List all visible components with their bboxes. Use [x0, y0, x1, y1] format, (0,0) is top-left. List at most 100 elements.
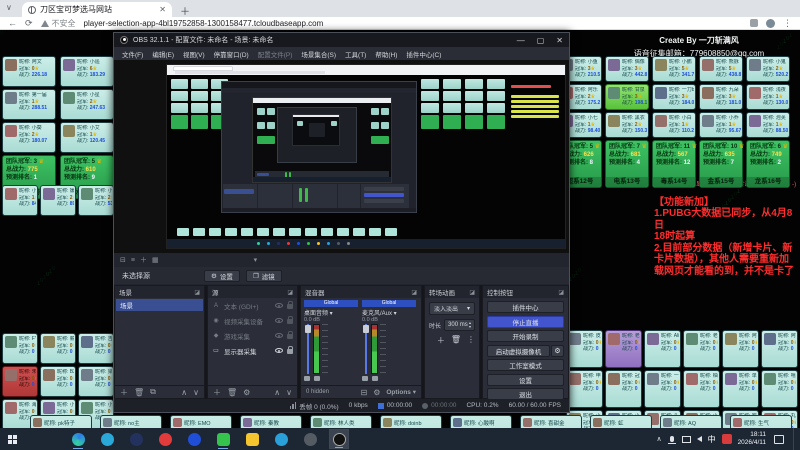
player-card[interactable]: 昵称: 小鬼冠军: 2♛战力: 520.28: [746, 56, 790, 82]
player-card[interactable]: 昵称: 申奥魅力莎冠军: 0♛战力: 0: [566, 370, 603, 408]
mixer-panel-icon[interactable]: ⊟: [360, 388, 367, 397]
stop-streaming-button[interactable]: 停止直播: [487, 315, 564, 328]
source-properties-button[interactable]: ⚙ 设置: [204, 269, 240, 282]
tab-close-icon[interactable]: ✕: [159, 5, 166, 14]
pool-card-top[interactable]: 昵称: 虹: [590, 415, 652, 428]
pool-card-top[interactable]: 昵称: 喜甜金: [520, 415, 582, 428]
lock-icon[interactable]: [287, 301, 293, 309]
player-card[interactable]: 昵称: 老登冠军: 0♛战力: 0: [605, 330, 642, 368]
player-card[interactable]: 昵称: 小丹冠军: 2♛战力: 53.94: [78, 185, 114, 216]
player-card[interactable]: 昵称: 小QQ冠军: 1♛战力: 84.82: [2, 185, 38, 216]
taskbar-app-edge[interactable]: [68, 429, 88, 449]
slider-knob[interactable]: [363, 325, 369, 333]
menu-0[interactable]: 文件(F): [122, 49, 143, 59]
obs-preview-canvas[interactable]: [114, 60, 569, 253]
remove-source-icon[interactable]: 🗑: [227, 388, 237, 397]
menu-8[interactable]: 插件中心(C): [406, 49, 441, 59]
toolbar-icon[interactable]: ＋: [140, 255, 147, 265]
taskbar-app-netease-music[interactable]: [155, 429, 175, 449]
player-card[interactable]: 昵称: 阿姨冠军: 0♛战力: 0: [722, 330, 759, 368]
show-desktop-button[interactable]: [793, 428, 796, 450]
player-card[interactable]: 昵称: 嘻嘻冠军: 0♛战力: 0: [761, 370, 798, 408]
duration-field[interactable]: 300 ms ▴ ▾: [444, 319, 475, 331]
source-list-item[interactable]: ▭ 显示器采集: [208, 343, 297, 358]
pool-card-top[interactable]: 昵称: 生气: [730, 415, 792, 428]
notification-center-icon[interactable]: [774, 434, 784, 444]
menu-2[interactable]: 视图(V): [183, 49, 205, 59]
url-text[interactable]: player-selection-app-4bl19752858-1300158…: [84, 19, 324, 28]
visibility-eye-icon[interactable]: [275, 333, 283, 338]
duplicate-scene-icon[interactable]: ⧉: [150, 387, 156, 397]
player-card[interactable]: 昵称: 冠军公主冠军: 0♛战力: 0: [605, 370, 642, 408]
pool-card-top[interactable]: 昵称: no主: [100, 415, 162, 428]
pool-card-top[interactable]: 昵称: pk特子: [30, 415, 92, 428]
tab-search-chevron-icon[interactable]: ∨: [6, 3, 12, 12]
visibility-eye-icon[interactable]: [275, 318, 283, 323]
add-source-icon[interactable]: ＋: [213, 387, 221, 398]
menu-7[interactable]: 帮助(H): [375, 49, 397, 59]
player-card[interactable]: 昵称: 阿文 冠军: 0♛ 战力: 226.18: [2, 56, 56, 87]
player-card[interactable]: 昵称: 朱雀冠军: 0♛战力: 0: [2, 366, 38, 397]
toolbar-icon[interactable]: ≡: [131, 257, 135, 264]
lock-icon[interactable]: [287, 346, 293, 354]
player-card[interactable]: 昵称: 小星 冠军: 2♛ 战力: 247.63: [60, 89, 114, 120]
taskbar-app-qq-browser[interactable]: [97, 429, 117, 449]
source-filters-button[interactable]: ❐ 滤镜: [245, 269, 282, 282]
player-card[interactable]: 昵称: 甘泉冠军: 3♛战力: 198.14: [605, 84, 649, 110]
player-card[interactable]: 昵称: 小白冠军: 1♛战力: 110.22: [652, 112, 696, 138]
remove-transition-icon[interactable]: 🗑: [451, 335, 461, 346]
menu-1[interactable]: 编辑(E): [152, 49, 174, 59]
source-down-icon[interactable]: ∨: [286, 388, 292, 397]
taskbar-app-qq-music[interactable]: [300, 429, 320, 449]
player-card[interactable]: 昵称: 皮猴冠军: 0♛战力: 0: [566, 330, 603, 368]
volume-slider[interactable]: [362, 324, 369, 374]
pin-icon[interactable]: ◪: [287, 289, 293, 296]
add-scene-icon[interactable]: ＋: [120, 387, 128, 398]
taskbar-app-quark[interactable]: [184, 429, 204, 449]
player-card[interactable]: 昵称: 一刀斩满风冠军: 0♛战力: 0: [644, 370, 681, 408]
player-card[interactable]: 昵称: 小遥 冠军: 6♛ 战力: 183.29: [60, 56, 114, 87]
stepper-icons[interactable]: ▴ ▾: [469, 321, 471, 329]
menu-3[interactable]: 停靠窗口(D): [214, 49, 249, 59]
player-card[interactable]: 昵称: Alisa冠军: 0♛战力: 0: [644, 330, 681, 368]
plugin-center-button[interactable]: 插件中心: [487, 301, 564, 313]
close-icon[interactable]: ✕: [556, 36, 563, 45]
pin-icon[interactable]: ◪: [194, 289, 200, 296]
minimize-icon[interactable]: —: [517, 36, 525, 45]
player-card[interactable]: 昵称: FY冠军: 0♛战力: 0: [2, 333, 38, 364]
player-card[interactable]: 昵称: 小葵 冠军: 2♛ 战力: 180.07: [2, 122, 56, 153]
browser-tab[interactable]: 刀区宝可梦选马网站 ✕: [22, 2, 172, 17]
lock-icon[interactable]: [287, 316, 293, 324]
pin-icon[interactable]: ◪: [558, 289, 564, 296]
remove-scene-icon[interactable]: 🗑: [134, 388, 144, 397]
start-button[interactable]: [0, 428, 24, 450]
slider-knob[interactable]: [305, 325, 311, 333]
team-summary-card[interactable]: 团队冠军: 6 ♛ 总战力: 749 预测排名: 2 龙系16号: [746, 140, 790, 188]
player-card[interactable]: 昵称: 黑衣冠军: 2♛战力: 150.30: [605, 112, 649, 138]
team-summary-card[interactable]: 团队冠军: 7 ♛ 总战力: 681 预测排名: 4 电系13号: [605, 140, 649, 188]
extensions-icon[interactable]: [750, 19, 758, 27]
taskbar-app-app-teal[interactable]: [271, 429, 291, 449]
mixer-gear-icon[interactable]: ⚙: [373, 388, 380, 397]
ime-indicator[interactable]: 中: [708, 434, 716, 445]
pool-card-top[interactable]: 昵称: doinb: [380, 415, 442, 428]
player-card[interactable]: 昵称: 小鹏冠军: 5♛战力: 341.78: [652, 56, 696, 82]
display-icon[interactable]: [681, 435, 691, 443]
tray-app-icon[interactable]: [721, 434, 732, 444]
browser-menu-icon[interactable]: ⋮: [783, 18, 792, 29]
taskbar-app-wechat[interactable]: [213, 429, 233, 449]
scene-list-item[interactable]: 场景: [116, 299, 203, 311]
lock-icon[interactable]: [287, 331, 293, 339]
player-card[interactable]: 昵称: 老11冠军: 0♛战力: 0: [683, 330, 720, 368]
mute-speaker-icon[interactable]: [362, 376, 368, 381]
source-list-item[interactable]: ◉ 视频采集设备: [208, 313, 297, 328]
security-badge[interactable]: 不安全: [40, 18, 76, 29]
mute-speaker-icon[interactable]: [304, 376, 310, 381]
mixer-options-button[interactable]: Options ▾: [386, 388, 416, 396]
player-card[interactable]: 昵称: 浅夜冠军: 1♛战力: 130.09: [746, 84, 790, 110]
visibility-eye-icon[interactable]: [275, 303, 283, 308]
player-card[interactable]: 昵称: B23冠军: 0♛战力: 0: [40, 366, 76, 397]
tray-expand-icon[interactable]: ∧: [656, 435, 661, 443]
player-card[interactable]: 昵称: 偶像冠军: 3♛战力: 442.81: [605, 56, 649, 82]
player-card[interactable]: 昵称: 小艾 冠军: 1♛ 战力: 120.45: [60, 122, 114, 153]
